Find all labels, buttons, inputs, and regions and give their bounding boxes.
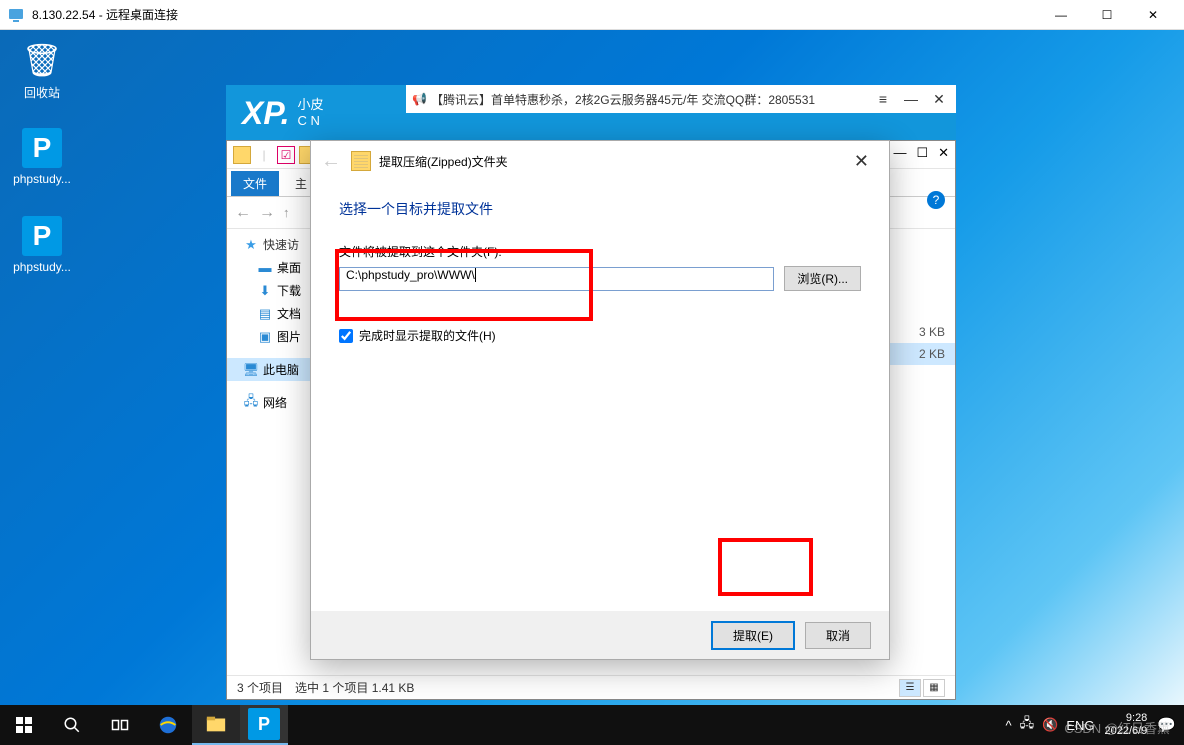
xpcn-menu-button[interactable]: ≡ — [872, 88, 894, 110]
phpstudy-label-1: phpstudy... — [4, 172, 80, 186]
phpstudy-shortcut-1[interactable]: P phpstudy... — [4, 128, 80, 186]
taskbar: P ^ 🖧 🔇 ENG 9:28 2022/6/9 💬 CSDN @红日香薰 — [0, 705, 1184, 745]
tray-notification-icon[interactable]: 💬 — [1157, 716, 1176, 734]
file-size-2: 2 KB — [885, 343, 955, 365]
show-files-checkbox[interactable] — [339, 329, 353, 343]
dialog-titlebar: ← 提取压缩(Zipped)文件夹 ✕ — [311, 141, 889, 181]
qat-separator: | — [255, 146, 273, 164]
taskbar-date: 2022/6/9 — [1104, 725, 1147, 738]
extract-path-value: C:\phpstudy_pro\WWW\ — [346, 268, 475, 282]
phpstudy-label-2: phpstudy... — [4, 260, 80, 274]
recycle-bin-label: 回收站 — [4, 84, 80, 101]
dialog-title: 提取压缩(Zipped)文件夹 — [379, 153, 844, 170]
tray-language[interactable]: ENG — [1066, 718, 1094, 733]
nav-up-icon[interactable]: ↑ — [283, 205, 290, 220]
rdp-minimize-button[interactable]: — — [1038, 0, 1084, 30]
phpstudy-icon: P — [22, 128, 62, 168]
taskbar-explorer-button[interactable] — [192, 705, 240, 745]
xpcn-close-button[interactable]: ✕ — [928, 88, 950, 110]
start-button[interactable] — [0, 705, 48, 745]
system-tray: ^ 🖧 🔇 ENG 9:28 2022/6/9 💬 — [1006, 712, 1184, 738]
rdp-window-controls: — ☐ ✕ — [1038, 0, 1176, 30]
phpstudy-shortcut-2[interactable]: P phpstudy... — [4, 216, 80, 274]
computer-icon: 🖥 — [243, 362, 259, 378]
download-icon: ⬇ — [257, 283, 273, 299]
nav-back-icon[interactable]: ← — [235, 204, 251, 222]
extract-path-input[interactable]: C:\phpstudy_pro\WWW\ — [339, 267, 774, 291]
tray-volume-icon[interactable]: 🔇 — [1042, 717, 1058, 733]
browse-button[interactable]: 浏览(R)... — [784, 266, 861, 291]
explorer-size-column: 3 KB 2 KB — [885, 221, 955, 365]
xpcn-header: XP. 小皮C N 📢 【腾讯云】首单特惠秒杀，2核2G云服务器45元/年 交流… — [226, 85, 956, 141]
xpcn-logo: XP. — [242, 95, 289, 132]
view-details-button[interactable]: ☰ — [899, 679, 921, 697]
tray-network-icon[interactable]: 🖧 — [1020, 714, 1035, 736]
document-icon: ▤ — [257, 306, 273, 322]
trash-icon — [22, 40, 62, 80]
rdp-maximize-button[interactable]: ☐ — [1084, 0, 1130, 30]
nav-forward-icon[interactable]: → — [259, 204, 275, 222]
explorer-close-button[interactable]: ✕ — [938, 145, 949, 161]
recycle-bin-icon[interactable]: 回收站 — [4, 40, 80, 101]
explorer-minimize-button[interactable]: — — [893, 145, 906, 161]
dialog-close-button[interactable]: ✕ — [844, 147, 879, 176]
status-item-count: 3 个项目 — [237, 679, 283, 696]
rdp-close-button[interactable]: ✕ — [1130, 0, 1176, 30]
help-icon[interactable]: ? — [927, 191, 945, 209]
rdp-icon — [8, 7, 24, 23]
xpcn-topbar: 📢 【腾讯云】首单特惠秒杀，2核2G云服务器45元/年 交流QQ群：280553… — [406, 85, 956, 113]
cancel-button[interactable]: 取消 — [805, 622, 871, 649]
phpstudy-icon: P — [22, 216, 62, 256]
extract-path-label: 文件将被提取到这个文件夹(F): — [339, 243, 861, 260]
status-selected-info: 选中 1 个项目 1.41 KB — [295, 679, 414, 696]
taskbar-phpstudy-button[interactable]: P — [240, 705, 288, 745]
taskbar-clock[interactable]: 9:28 2022/6/9 — [1104, 712, 1147, 738]
remote-desktop: 回收站 P phpstudy... P phpstudy... XP. 小皮C … — [0, 30, 1184, 745]
picture-icon: ▣ — [257, 329, 273, 345]
xpcn-subtitle: 小皮C N — [297, 97, 323, 128]
taskbar-time: 9:28 — [1104, 712, 1147, 725]
dialog-footer: 提取(E) 取消 — [311, 611, 889, 659]
qat-checkbox-icon[interactable]: ☑ — [277, 146, 295, 164]
dialog-back-icon[interactable]: ← — [321, 150, 341, 173]
folder-icon[interactable] — [233, 146, 251, 164]
extract-zip-dialog: ← 提取压缩(Zipped)文件夹 ✕ 选择一个目标并提取文件 文件将被提取到这… — [310, 140, 890, 660]
network-icon: 🖧 — [243, 395, 259, 411]
show-files-checkbox-row[interactable]: 完成时显示提取的文件(H) — [339, 327, 861, 344]
star-icon: ★ — [243, 237, 259, 253]
xpcn-minimize-button[interactable]: — — [900, 88, 922, 110]
dialog-heading: 选择一个目标并提取文件 — [339, 199, 861, 219]
taskbar-ie-button[interactable] — [144, 705, 192, 745]
desktop-icon: ▬ — [257, 260, 273, 276]
file-size-1: 3 KB — [885, 321, 955, 343]
extract-button[interactable]: 提取(E) — [711, 621, 795, 650]
tray-chevron-icon[interactable]: ^ — [1006, 718, 1012, 733]
xpcn-notice-text: 【腾讯云】首单特惠秒杀，2核2G云服务器45元/年 交流QQ群：2805531 — [431, 91, 872, 108]
zip-folder-icon — [351, 151, 371, 171]
explorer-statusbar: 3 个项目 选中 1 个项目 1.41 KB ☰ ▦ — [227, 675, 955, 699]
speaker-icon: 📢 — [412, 92, 427, 106]
rdp-titlebar: 8.130.22.54 - 远程桌面连接 — ☐ ✕ — [0, 0, 1184, 30]
taskbar-taskview-button[interactable] — [96, 705, 144, 745]
rdp-window-title: 8.130.22.54 - 远程桌面连接 — [32, 6, 1038, 23]
view-icons-button[interactable]: ▦ — [923, 679, 945, 697]
show-files-checkbox-label: 完成时显示提取的文件(H) — [359, 327, 496, 344]
ribbon-tab-file[interactable]: 文件 — [231, 171, 279, 196]
explorer-maximize-button[interactable]: ☐ — [916, 145, 928, 161]
xpcn-app-window: XP. 小皮C N 📢 【腾讯云】首单特惠秒杀，2核2G云服务器45元/年 交流… — [226, 85, 956, 141]
taskbar-search-button[interactable] — [48, 705, 96, 745]
